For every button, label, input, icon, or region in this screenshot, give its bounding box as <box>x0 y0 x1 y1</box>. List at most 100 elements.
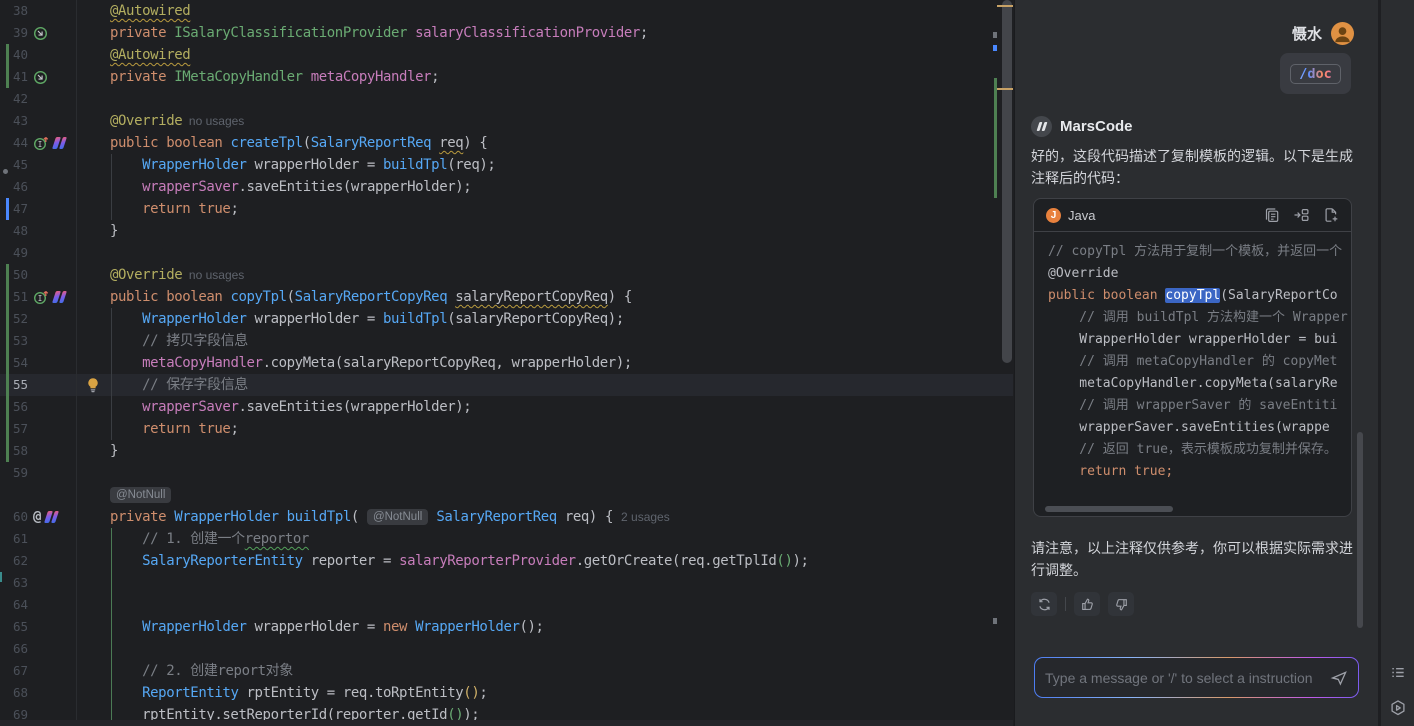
line-number[interactable]: 41 <box>0 66 28 88</box>
code-token: no usages <box>182 114 244 128</box>
code-token <box>407 619 415 635</box>
line-number[interactable]: 68 <box>0 682 28 704</box>
thumbs-down-button[interactable] <box>1108 592 1134 616</box>
line-number[interactable]: 62 <box>0 550 28 572</box>
line-number[interactable]: 52 <box>0 308 28 330</box>
code-line: 65 WrapperHolder wrapperHolder = new Wra… <box>0 616 1013 638</box>
line-number[interactable]: 60 <box>0 506 28 528</box>
code-block-hscrollbar[interactable] <box>1045 506 1173 512</box>
code-text: // 1. 创建一个reportor <box>110 531 309 547</box>
line-number[interactable]: 56 <box>0 396 28 418</box>
marscode-logo-icon <box>1031 116 1052 137</box>
code-token: rptEntity = req.toRptEntity <box>238 685 463 701</box>
code-line: @NotNull <box>0 484 1013 506</box>
line-number[interactable]: 55 <box>0 374 28 396</box>
chat-code-line: wrapperSaver.saveEntities(wrappe <box>1048 417 1351 439</box>
line-number[interactable]: 66 <box>0 638 28 660</box>
lightbulb-icon[interactable] <box>86 377 100 393</box>
line-number[interactable]: 47 <box>0 198 28 220</box>
stripe-added-mark[interactable] <box>994 78 997 198</box>
doc-command-chip[interactable]: /doc <box>1290 64 1341 84</box>
line-number[interactable]: 51 <box>0 286 28 308</box>
line-number[interactable]: 65 <box>0 616 28 638</box>
line-number[interactable]: 63 <box>0 572 28 594</box>
stripe-warning-mark[interactable] <box>997 5 1013 7</box>
override-method-icon[interactable]: I <box>33 289 49 305</box>
line-number[interactable]: 64 <box>0 594 28 616</box>
line-number[interactable]: 58 <box>0 440 28 462</box>
line-number[interactable]: 42 <box>0 88 28 110</box>
line-number[interactable]: 54 <box>0 352 28 374</box>
code-token: salaryReportCopyReq <box>455 289 608 305</box>
insert-into-editor-icon[interactable] <box>1293 207 1310 223</box>
stripe-mark[interactable] <box>993 618 997 624</box>
stripe-warning-mark[interactable] <box>997 88 1013 90</box>
override-method-icon[interactable]: I <box>33 135 49 151</box>
code-token: SalaryReportReq <box>436 509 556 525</box>
marscode-icon[interactable] <box>52 291 67 303</box>
code-token: IMetaCopyHandler <box>174 69 302 85</box>
new-file-icon[interactable] <box>1323 207 1339 223</box>
marscode-icon[interactable] <box>44 511 59 523</box>
line-number[interactable]: 38 <box>0 0 28 22</box>
user-avatar[interactable] <box>1331 22 1354 45</box>
code-token: // 调用 metaCopyHandler 的 copyMet <box>1048 354 1337 369</box>
code-line: 47 return true; <box>0 198 1013 220</box>
line-number[interactable]: 44 <box>0 132 28 154</box>
stripe-mark[interactable] <box>993 32 997 38</box>
gutter-dot <box>3 169 8 174</box>
line-number[interactable]: 57 <box>0 418 28 440</box>
hexagon-play-icon <box>1389 699 1407 717</box>
line-number[interactable]: 67 <box>0 660 28 682</box>
line-number[interactable]: 40 <box>0 44 28 66</box>
editor-hscrollbar[interactable] <box>0 720 1013 726</box>
code-token: @NotNull <box>110 487 171 503</box>
code-token: @Autowired <box>110 3 190 19</box>
code-token: private <box>110 69 174 85</box>
stripe-changed-mark[interactable] <box>993 45 997 51</box>
copy-icon[interactable] <box>1264 207 1280 223</box>
editor-scrollbar[interactable] <box>1002 0 1012 363</box>
thumbs-up-button[interactable] <box>1074 592 1100 616</box>
code-token: (salaryReportCopyReq); <box>447 311 624 327</box>
code-token: ) { <box>608 289 632 305</box>
send-icon[interactable] <box>1330 669 1348 687</box>
code-token: public boolean <box>110 289 230 305</box>
chat-input[interactable]: Type a message or '/' to select a instru… <box>1035 658 1358 697</box>
code-token: @Autowired <box>110 47 190 63</box>
code-token: buildTpl <box>383 157 447 173</box>
spring-bean-icon[interactable] <box>33 26 48 41</box>
line-number[interactable]: 46 <box>0 176 28 198</box>
annotation-icon[interactable]: @ <box>33 509 41 525</box>
code-token: copyTpl <box>1165 288 1220 303</box>
regenerate-button[interactable] <box>1031 592 1057 616</box>
marscode-plugin-button[interactable] <box>1381 699 1414 717</box>
code-line: 66 <box>0 638 1013 660</box>
line-number[interactable]: 49 <box>0 242 28 264</box>
line-number[interactable]: 43 <box>0 110 28 132</box>
spring-bean-icon[interactable] <box>33 70 48 85</box>
line-number[interactable]: 48 <box>0 220 28 242</box>
line-number[interactable]: 59 <box>0 462 28 484</box>
code-token: public boolean <box>110 135 230 151</box>
line-number[interactable]: 50 <box>0 264 28 286</box>
code-token: ( <box>351 509 367 525</box>
gutter-icons <box>33 25 48 41</box>
line-number[interactable]: 61 <box>0 528 28 550</box>
task-list-button[interactable] <box>1381 664 1414 681</box>
code-token: ReportEntity <box>142 685 238 701</box>
code-text: ReportEntity rptEntity = req.toRptEntity… <box>110 685 487 701</box>
marscode-icon[interactable] <box>52 137 67 149</box>
message-actions <box>1031 592 1134 616</box>
line-number[interactable]: 39 <box>0 22 28 44</box>
panel-scrollbar[interactable] <box>1357 432 1363 628</box>
code-line: 46 wrapperSaver.saveEntities(wrapperHold… <box>0 176 1013 198</box>
marscode-chat-panel: 慑水 /doc MarsCode 好的，这段代码描述了复制模板的逻辑。以下是生成… <box>1014 0 1378 726</box>
thumbs-up-icon <box>1080 597 1095 612</box>
code-text: @Override no usages <box>110 113 244 129</box>
svg-text:I: I <box>38 294 43 303</box>
code-editor[interactable]: 38@Autowired39private ISalaryClassificat… <box>0 0 1013 726</box>
line-number[interactable]: 53 <box>0 330 28 352</box>
java-icon: J <box>1046 208 1061 223</box>
code-token: (SalaryReportCo <box>1220 288 1337 303</box>
